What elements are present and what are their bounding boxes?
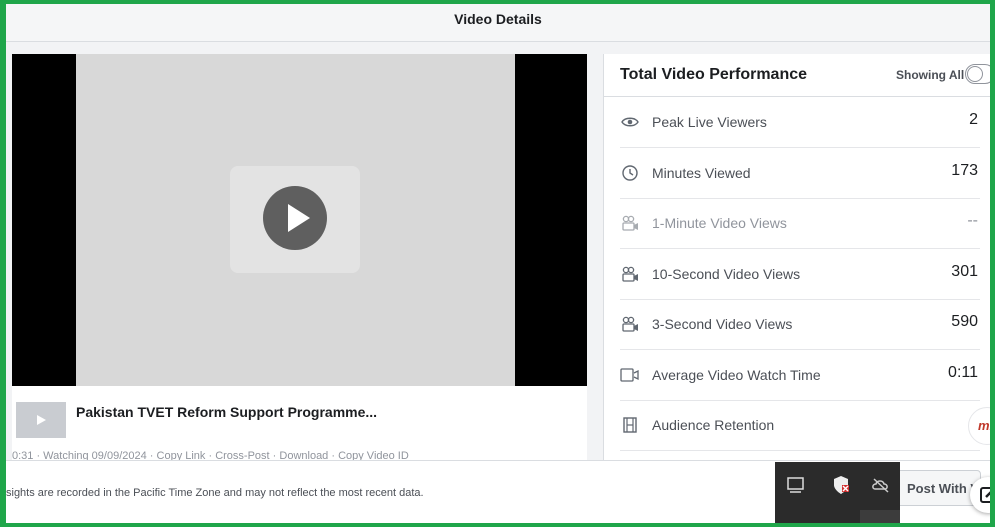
metric-value: 301 — [951, 262, 978, 280]
showing-all-toggle[interactable] — [965, 64, 990, 84]
metric-value: 0:11 — [948, 363, 978, 381]
system-tray-popup — [775, 462, 900, 523]
metric-label: Audience Retention — [652, 417, 775, 433]
video-thumbnail[interactable] — [16, 402, 66, 438]
metric-row[interactable]: 1-Minute Video Views -- › — [620, 198, 990, 249]
eye-icon — [620, 113, 640, 131]
video-views-icon — [620, 214, 640, 232]
security-shield-icon[interactable] — [830, 474, 852, 496]
play-overlay[interactable] — [230, 166, 360, 273]
monitor-icon[interactable] — [785, 474, 807, 496]
metric-row[interactable]: 10-Second Video Views 301 › — [620, 249, 990, 300]
edit-icon[interactable] — [970, 477, 990, 513]
post-with-label: Post With V — [907, 481, 980, 496]
metric-label: 10-Second Video Views — [652, 265, 801, 282]
tray-highlight — [860, 510, 900, 523]
video-player[interactable] — [12, 54, 587, 386]
dialog-header: Video Details — [6, 4, 990, 42]
metric-value: 2 — [969, 111, 978, 128]
video-camera-icon — [620, 366, 640, 384]
metric-value: 590 — [951, 313, 978, 330]
chevron-right-icon[interactable]: › — [989, 113, 990, 129]
metric-row[interactable]: Audience Retention › — [620, 400, 990, 451]
video-views-icon — [620, 315, 640, 333]
video-info: Pakistan TVET Reform Support Programme..… — [12, 386, 587, 460]
showing-all-label: Showing All — [896, 68, 965, 82]
metric-label: 3-Second Video Views — [652, 316, 793, 332]
metric-row[interactable]: Average Video Watch Time 0:11 › — [620, 350, 990, 401]
video-views-icon — [620, 265, 640, 283]
dialog-content: Pakistan TVET Reform Support Programme..… — [6, 42, 990, 460]
performance-panel: Total Video Performance Showing All Peak… — [603, 54, 990, 460]
video-title[interactable]: Pakistan TVET Reform Support Programme..… — [76, 404, 377, 420]
timezone-note: sights are recorded in the Pacific Time … — [6, 487, 424, 499]
video-meta-line: 0:31 · Watching 09/09/2024 · Copy Link ·… — [12, 450, 409, 460]
metric-label: Minutes Viewed — [652, 164, 751, 181]
performance-header: Total Video Performance Showing All — [604, 54, 990, 97]
metric-value: -- — [967, 212, 978, 229]
chevron-right-icon[interactable]: › — [989, 315, 990, 331]
chevron-right-icon[interactable]: › — [989, 164, 990, 180]
dialog-title: Video Details — [454, 11, 542, 27]
metric-label: 1-Minute Video Views — [652, 215, 787, 231]
chevron-right-icon[interactable]: › — [989, 265, 990, 281]
chevron-right-icon[interactable]: › — [989, 366, 990, 382]
clock-icon — [620, 164, 640, 182]
chevron-right-icon[interactable]: › — [989, 214, 990, 230]
metric-value: 173 — [951, 161, 978, 179]
film-strip-icon — [620, 416, 640, 434]
metric-row[interactable]: Peak Live Viewers 2 › — [620, 97, 990, 148]
video-frame — [76, 54, 515, 386]
metric-row[interactable]: 3-Second Video Views 590 › — [620, 299, 990, 350]
play-icon[interactable] — [263, 186, 327, 250]
metric-label: Average Video Watch Time — [652, 366, 821, 383]
cloud-offline-icon[interactable] — [870, 474, 892, 496]
performance-title: Total Video Performance — [620, 66, 808, 83]
metric-label: Peak Live Viewers — [652, 114, 767, 130]
metric-row[interactable]: Minutes Viewed 173 › — [620, 148, 990, 199]
mi-logo-text: mi — [978, 418, 994, 433]
app-frame: Video Details Pakistan TVET Reform Suppo… — [0, 0, 995, 527]
chevron-right-icon[interactable]: › — [989, 416, 990, 432]
